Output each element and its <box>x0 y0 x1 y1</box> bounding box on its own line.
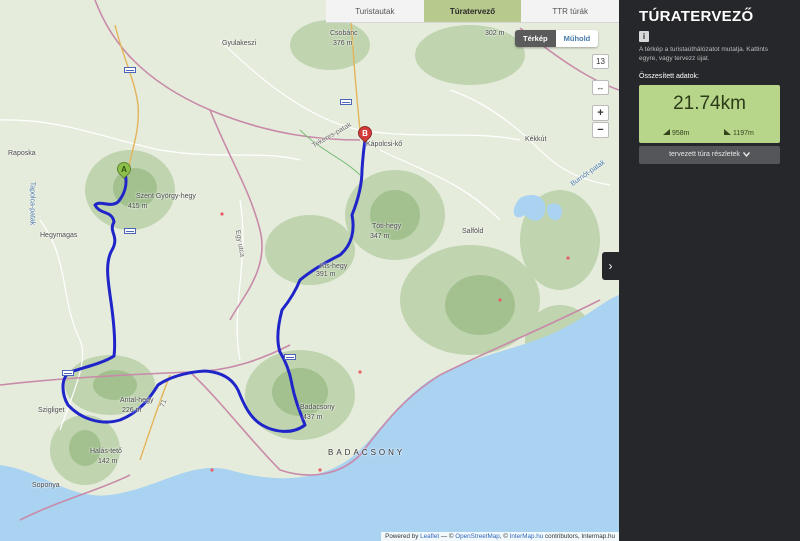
attribution-suffix: contributors, Intermap.hu <box>543 533 615 540</box>
planner-panel: TÚRATERVEZŐ i A térkép a turistaúthálóza… <box>619 0 800 541</box>
map-canvas[interactable]: Gyulakeszi Csobánc 376 m 302 m Raposka S… <box>0 0 619 541</box>
ascent-stat: 958m <box>663 128 690 137</box>
panel-description: A térkép a turistaúthálózatot mutatja. K… <box>639 46 768 62</box>
town-label: BADACSONY <box>328 448 406 457</box>
elevation-label: 415 m <box>128 203 148 210</box>
leaflet-link[interactable]: Leaflet <box>420 533 439 540</box>
elevation-label: 142 m <box>98 458 118 465</box>
place-label: Csobánc <box>330 30 358 37</box>
elevation-label: 347 m <box>370 233 390 240</box>
place-label: Kápolcsi-kő <box>366 141 403 148</box>
trail-sign <box>340 99 352 105</box>
descent-stat: 1197m <box>724 128 754 137</box>
place-label: Hegymagas <box>40 232 78 239</box>
place-label: Raposka <box>8 150 36 157</box>
expand-width-button[interactable]: ↔ <box>592 80 609 95</box>
place-label: Szigliget <box>38 407 65 414</box>
tab-turatervezo[interactable]: Túratervező <box>423 0 522 22</box>
route-details-label: tervezett túra részletek <box>669 151 740 159</box>
descent-value: 1197m <box>732 129 754 137</box>
layer-satellite-button[interactable]: Műhold <box>555 30 599 47</box>
attribution-separator: — © <box>439 533 456 540</box>
stream-label: Tapolca-patak <box>28 181 36 226</box>
trail-sign <box>124 67 136 73</box>
elevation-label: 376 m <box>333 40 353 47</box>
elevation-label: 302 m <box>485 30 505 37</box>
chevron-down-icon <box>742 152 750 158</box>
tab-ttr-turak[interactable]: TTR túrák <box>521 0 619 22</box>
trail-sign <box>284 354 296 360</box>
panel-title: TÚRATERVEZŐ <box>639 8 754 25</box>
ascent-value: 958m <box>671 129 690 137</box>
place-label: Kékkút <box>525 136 547 143</box>
info-icon[interactable]: i <box>639 31 649 42</box>
map-attribution: Powered by Leaflet — © OpenStreetMap, © … <box>381 532 619 541</box>
map-base <box>0 0 619 541</box>
route-details-button[interactable]: tervezett túra részletek <box>639 145 780 164</box>
ascent-icon <box>663 128 670 135</box>
intermap-link[interactable]: InterMap.hu <box>510 533 544 540</box>
place-label: Halás-tető <box>90 448 122 455</box>
elevation-label: 437 m <box>303 414 323 421</box>
layer-switcher: Térkép Műhold <box>515 30 599 47</box>
place-label: Szent György-hegy <box>136 193 196 200</box>
place-label: Gyulakeszi <box>222 40 257 47</box>
panel-toggle-button[interactable]: › <box>602 252 619 280</box>
zoom-out-button[interactable]: − <box>592 122 609 138</box>
place-label: Soponya <box>32 482 60 489</box>
tab-turistautak[interactable]: Turistautak <box>326 0 424 22</box>
place-label: Tóti-hegy <box>372 223 402 230</box>
chevron-right-icon: › <box>608 259 613 273</box>
app: Gyulakeszi Csobánc 376 m 302 m Raposka S… <box>0 0 800 541</box>
place-label: Kis-hegy <box>320 263 348 270</box>
osm-link[interactable]: OpenStreetMap <box>455 533 499 540</box>
attribution-separator: , © <box>499 533 510 540</box>
mode-tabs: Turistautak Túratervező TTR túrák <box>326 0 619 23</box>
zoom-level-indicator: 13 <box>592 54 609 69</box>
trail-sign <box>62 370 74 376</box>
layer-map-button[interactable]: Térkép <box>515 30 556 47</box>
place-label: Badacsony <box>300 404 335 411</box>
place-label: Salföld <box>462 228 484 235</box>
elevation-label: 226 m <box>122 407 142 414</box>
elevation-label: 391 m <box>316 271 336 278</box>
place-label: Antal-hegy <box>120 397 154 404</box>
zoom-in-button[interactable]: + <box>592 105 609 121</box>
trail-sign <box>124 228 136 234</box>
descent-icon <box>724 128 731 135</box>
total-distance: 21.74km <box>673 92 746 114</box>
stats-heading: Összesített adatok: <box>639 72 699 80</box>
stats-box: 21.74km 958m 1197m <box>639 84 780 143</box>
attribution-prefix: Powered by <box>385 533 419 540</box>
